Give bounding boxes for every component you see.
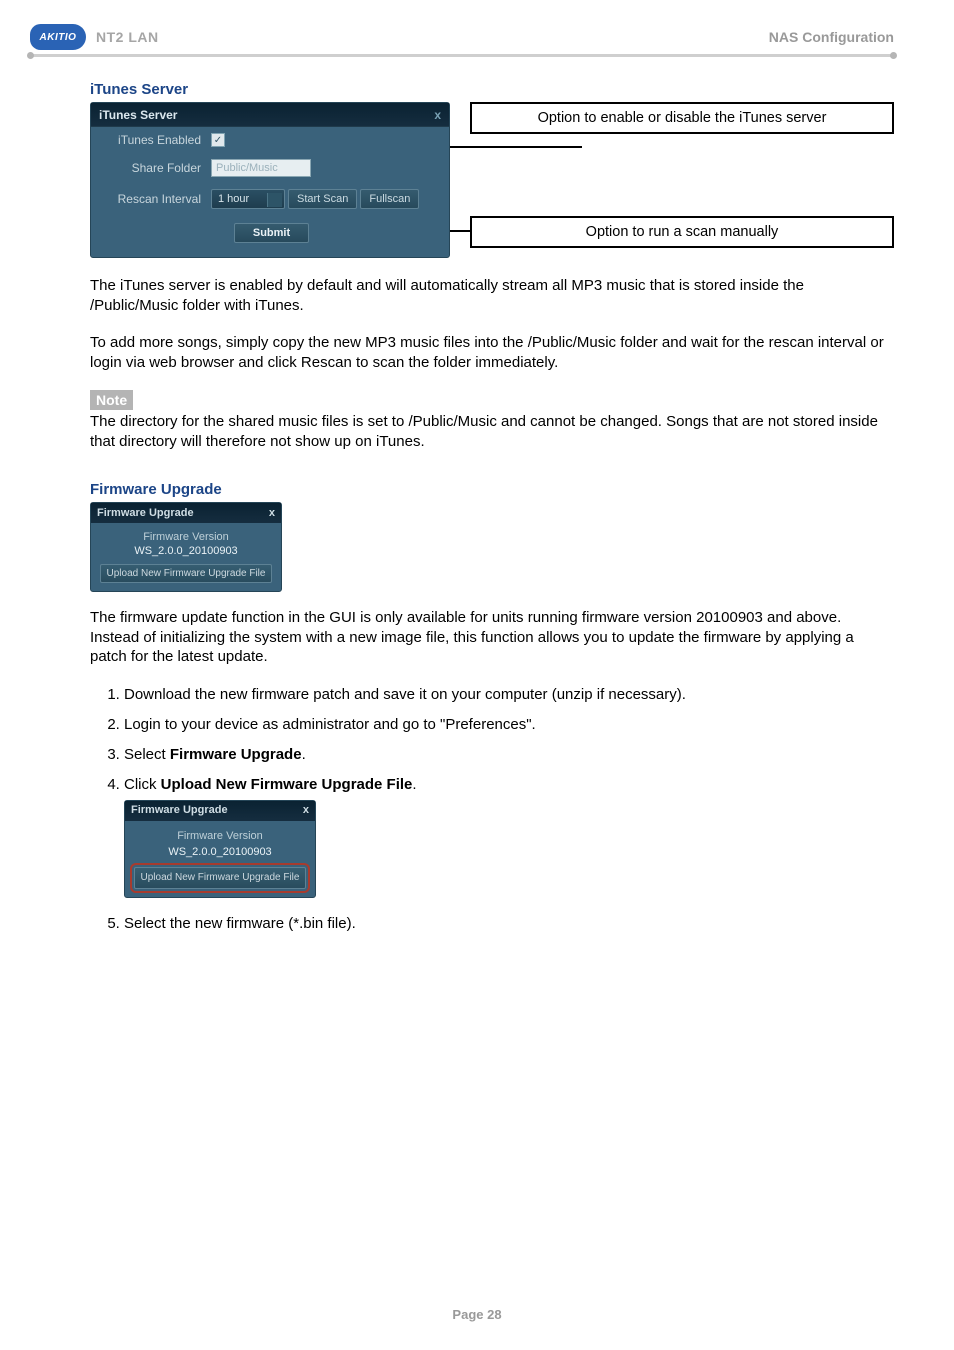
panel-title: iTunes Server [99, 108, 177, 122]
callout-enable-disable: Option to enable or disable the iTunes s… [470, 102, 894, 134]
panel-title: Firmware Upgrade [97, 507, 194, 519]
close-icon[interactable]: x [303, 803, 309, 818]
step-5: Select the new firmware (*.bin file). [124, 914, 894, 934]
itunes-enabled-checkbox[interactable]: ✓ [211, 133, 225, 147]
itunes-description-1: The iTunes server is enabled by default … [90, 276, 894, 315]
callout-run-scan: Option to run a scan manually [470, 216, 894, 248]
heading-itunes-server: iTunes Server [90, 81, 894, 98]
upload-firmware-button[interactable]: Upload New Firmware Upgrade File [100, 564, 273, 583]
fullscan-button[interactable]: Fullscan [360, 189, 419, 209]
upload-firmware-button[interactable]: Upload New Firmware Upgrade File [134, 867, 307, 889]
product-name: NT2 LAN [96, 29, 159, 45]
panel-title: Firmware Upgrade [131, 803, 228, 818]
page-number: Page 28 [0, 1307, 954, 1322]
firmware-version-value: WS_2.0.0_20100903 [99, 545, 273, 557]
start-scan-button[interactable]: Start Scan [288, 189, 357, 209]
firmware-version-label: Firmware Version [133, 829, 307, 844]
itunes-server-panel: iTunes Server x iTunes Enabled ✓ Share F… [90, 102, 450, 258]
submit-button[interactable]: Submit [234, 223, 309, 243]
close-icon[interactable]: x [434, 108, 441, 122]
firmware-upgrade-panel: Firmware Upgrade x Firmware Version WS_2… [90, 502, 282, 592]
step-4: Click Upload New Firmware Upgrade File. … [124, 775, 894, 897]
firmware-version-label: Firmware Version [99, 531, 273, 543]
note-text: The directory for the shared music files… [90, 412, 894, 451]
itunes-enabled-label: iTunes Enabled [101, 133, 201, 147]
share-folder-label: Share Folder [101, 161, 201, 175]
firmware-upgrade-panel-highlighted: Firmware Upgrade x Firmware Version WS_2… [124, 800, 316, 898]
logo-badge: AKITIO [30, 24, 86, 50]
heading-firmware-upgrade: Firmware Upgrade [90, 481, 894, 498]
step-1: Download the new firmware patch and save… [124, 685, 894, 705]
rescan-interval-label: Rescan Interval [101, 192, 201, 206]
section-name: NAS Configuration [769, 29, 894, 45]
share-folder-input[interactable]: Public/Music [211, 159, 311, 177]
step-2: Login to your device as administrator an… [124, 715, 894, 735]
firmware-description: The firmware update function in the GUI … [90, 608, 894, 667]
step-3: Select Firmware Upgrade. [124, 745, 894, 765]
firmware-version-value: WS_2.0.0_20100903 [133, 845, 307, 860]
close-icon[interactable]: x [269, 507, 275, 519]
rescan-interval-select[interactable]: 1 hour [211, 189, 285, 209]
itunes-description-2: To add more songs, simply copy the new M… [90, 333, 894, 372]
header-divider [30, 54, 894, 57]
doc-header: AKITIO NT2 LAN NAS Configuration [30, 24, 894, 50]
note-label: Note [90, 390, 133, 410]
